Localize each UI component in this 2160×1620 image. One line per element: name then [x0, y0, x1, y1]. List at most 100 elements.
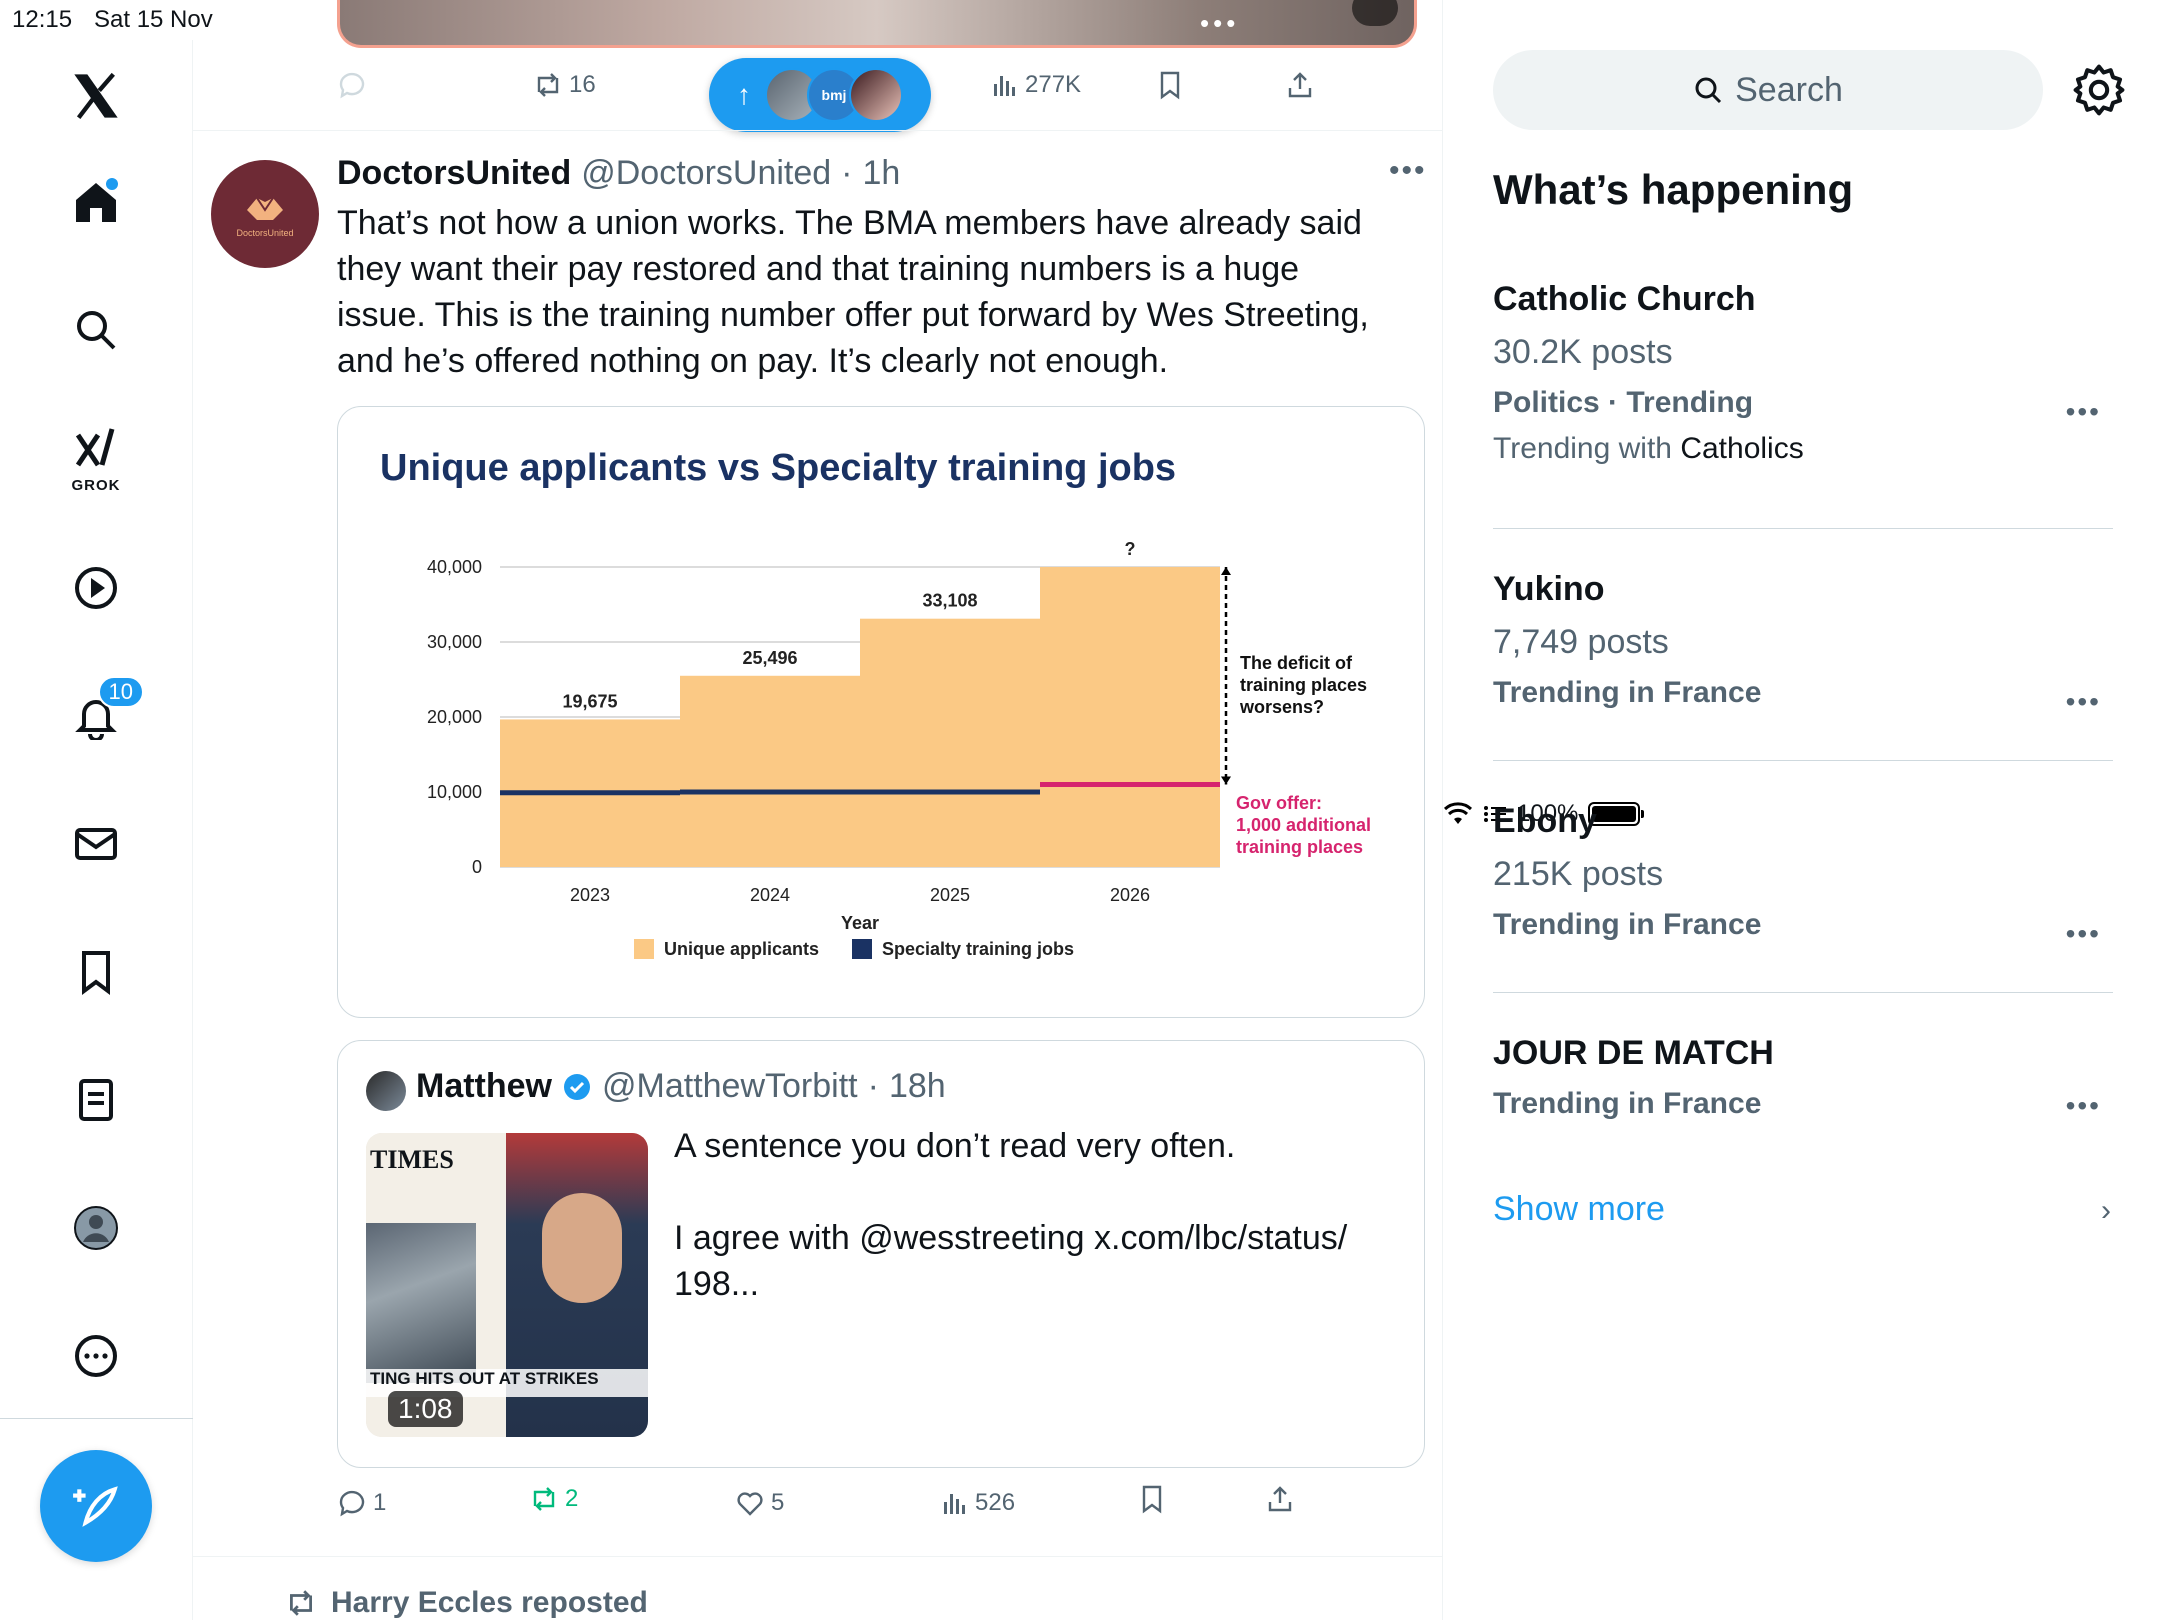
- notifications-icon[interactable]: 10: [62, 676, 144, 750]
- quote-author-name: Matthew: [416, 1067, 552, 1105]
- trend-item[interactable]: Ebony 215K posts Trending in France •••: [1493, 802, 2113, 949]
- views-icon: [994, 76, 1015, 96]
- x-tick-label: 2025: [930, 885, 970, 905]
- video-icon[interactable]: [62, 554, 130, 622]
- author-handle[interactable]: @DoctorsUnited: [581, 154, 831, 193]
- crowd-photo: [366, 1223, 476, 1383]
- trend-title: Ebony: [1493, 802, 1597, 840]
- reply-button[interactable]: 1: [337, 1488, 386, 1518]
- bookmarks-icon[interactable]: [62, 938, 130, 1006]
- repost-icon: [290, 1590, 312, 1616]
- quote-video-thumbnail[interactable]: TIMES TING HITS OUT AT STRIKES 1:08: [366, 1133, 648, 1437]
- training-jobs-line: [500, 790, 680, 796]
- legend-label: Unique applicants: [664, 939, 819, 959]
- views-button[interactable]: 526: [939, 1488, 1015, 1518]
- post-header: DoctorsUnited @DoctorsUnited · 1h: [337, 154, 900, 193]
- search-placeholder: Search: [1735, 70, 1843, 109]
- home-icon[interactable]: [62, 168, 130, 236]
- reposted-by-label: Harry Eccles reposted: [331, 1586, 648, 1619]
- messages-icon[interactable]: [62, 810, 130, 878]
- search-input[interactable]: Search: [1493, 50, 2043, 130]
- quote-text: A sentence you don’t read very often. I …: [674, 1127, 1348, 1303]
- trend-divider: [1493, 760, 2113, 761]
- quote-author-handle: @MatthewTorbitt: [602, 1067, 858, 1105]
- like-count: 5: [771, 1489, 785, 1516]
- share-button[interactable]: [1265, 1484, 1295, 1514]
- training-jobs-line: [1040, 782, 1220, 787]
- whats-happening-heading: What’s happening: [1493, 166, 1854, 213]
- bar-value-label: 33,108: [922, 591, 977, 611]
- avatar: [849, 68, 903, 122]
- chart-image[interactable]: Unique applicants vs Specialty training …: [337, 406, 1425, 1018]
- grok-icon[interactable]: GROK: [62, 422, 130, 494]
- repost-count: 2: [565, 1485, 579, 1512]
- new-posts-pill[interactable]: ↑ bmj: [709, 58, 931, 132]
- bookmark-button[interactable]: [1137, 1484, 1167, 1514]
- repost-button[interactable]: 2: [529, 1484, 578, 1514]
- trend-more-icon[interactable]: •••: [2066, 1090, 2101, 1122]
- post-more-icon[interactable]: •••: [1389, 154, 1427, 188]
- video-duration: 1:08: [388, 1391, 463, 1427]
- trend-item[interactable]: Catholic Church 30.2K posts Politics · T…: [1493, 280, 2113, 466]
- y-tick-label: 30,000: [427, 632, 482, 652]
- repost-button[interactable]: 16: [533, 70, 596, 100]
- separator: ·: [867, 1067, 879, 1105]
- bookmark-icon: [1160, 71, 1180, 100]
- quote-header: Matthew @MatthewTorbitt · 18h: [416, 1067, 946, 1106]
- post-divider: [193, 1556, 1442, 1557]
- views-button[interactable]: 277K: [989, 70, 1081, 100]
- trend-extra: Trending with Catholics: [1493, 432, 2113, 466]
- trend-more-icon[interactable]: •••: [2066, 918, 2101, 950]
- gov-offer-annotation: 1,000 additional: [1236, 815, 1371, 835]
- trend-title: JOUR DE MATCH: [1493, 1034, 1774, 1072]
- applicants-bar: [680, 675, 860, 867]
- trend-more-icon[interactable]: •••: [2066, 396, 2101, 428]
- repost-context[interactable]: Harry Eccles reposted: [285, 1586, 648, 1620]
- deficit-arrowhead: [1221, 567, 1231, 575]
- legend-label: Specialty training jobs: [882, 939, 1074, 959]
- deficit-annotation: worsens?: [1239, 697, 1324, 717]
- post-time[interactable]: 1h: [863, 154, 901, 193]
- show-more-link[interactable]: Show more: [1493, 1190, 1665, 1229]
- trend-title: Yukino: [1493, 570, 1605, 608]
- y-tick-label: 40,000: [427, 557, 482, 577]
- nav-divider: [0, 1418, 193, 1419]
- views-count: 526: [975, 1489, 1016, 1516]
- share-icon: [1268, 1486, 1292, 1512]
- more-icon[interactable]: [62, 1322, 130, 1390]
- author-avatar[interactable]: DoctorsUnited: [211, 160, 319, 268]
- trend-title: Catholic Church: [1493, 280, 1756, 318]
- mute-icon[interactable]: [1352, 0, 1398, 26]
- video-player[interactable]: •••: [337, 0, 1417, 48]
- compose-icon: [73, 1486, 118, 1527]
- profile-icon[interactable]: [62, 1194, 130, 1262]
- gov-offer-annotation: training places: [1236, 837, 1363, 857]
- grok-label: GROK: [71, 477, 121, 494]
- lists-icon[interactable]: [62, 1066, 130, 1134]
- y-tick-label: 10,000: [427, 782, 482, 802]
- deficit-arrowhead: [1221, 776, 1231, 785]
- chevron-right-icon: ›: [2101, 1194, 2111, 1227]
- applicants-bar: [860, 618, 1040, 867]
- trend-item[interactable]: Yukino 7,749 posts Trending in France ••…: [1493, 570, 2113, 717]
- x-logo-icon[interactable]: [62, 62, 130, 130]
- bar-value-label: 19,675: [562, 691, 617, 711]
- newspaper-masthead: TIMES: [370, 1145, 454, 1174]
- trend-more-icon[interactable]: •••: [2066, 686, 2101, 718]
- like-button[interactable]: 5: [735, 1488, 784, 1518]
- trend-item[interactable]: JOUR DE MATCH Trending in France •••: [1493, 1034, 2113, 1121]
- post-divider: [193, 130, 1442, 131]
- quoted-post[interactable]: Matthew @MatthewTorbitt · 18h TIMES TING…: [337, 1040, 1425, 1468]
- search-icon[interactable]: [62, 296, 130, 364]
- share-button[interactable]: [1285, 70, 1315, 100]
- reply-button[interactable]: [337, 70, 367, 100]
- repost-count: 16: [569, 71, 596, 98]
- bookmark-button[interactable]: [1155, 70, 1185, 100]
- compose-button[interactable]: [40, 1450, 152, 1562]
- gear-icon[interactable]: [2071, 62, 2127, 118]
- author-name[interactable]: DoctorsUnited: [337, 154, 571, 193]
- legend-swatch: [852, 939, 872, 959]
- trend-meta: Trending in France: [1493, 676, 1762, 709]
- repost-icon: [533, 1487, 555, 1511]
- y-tick-label: 20,000: [427, 707, 482, 727]
